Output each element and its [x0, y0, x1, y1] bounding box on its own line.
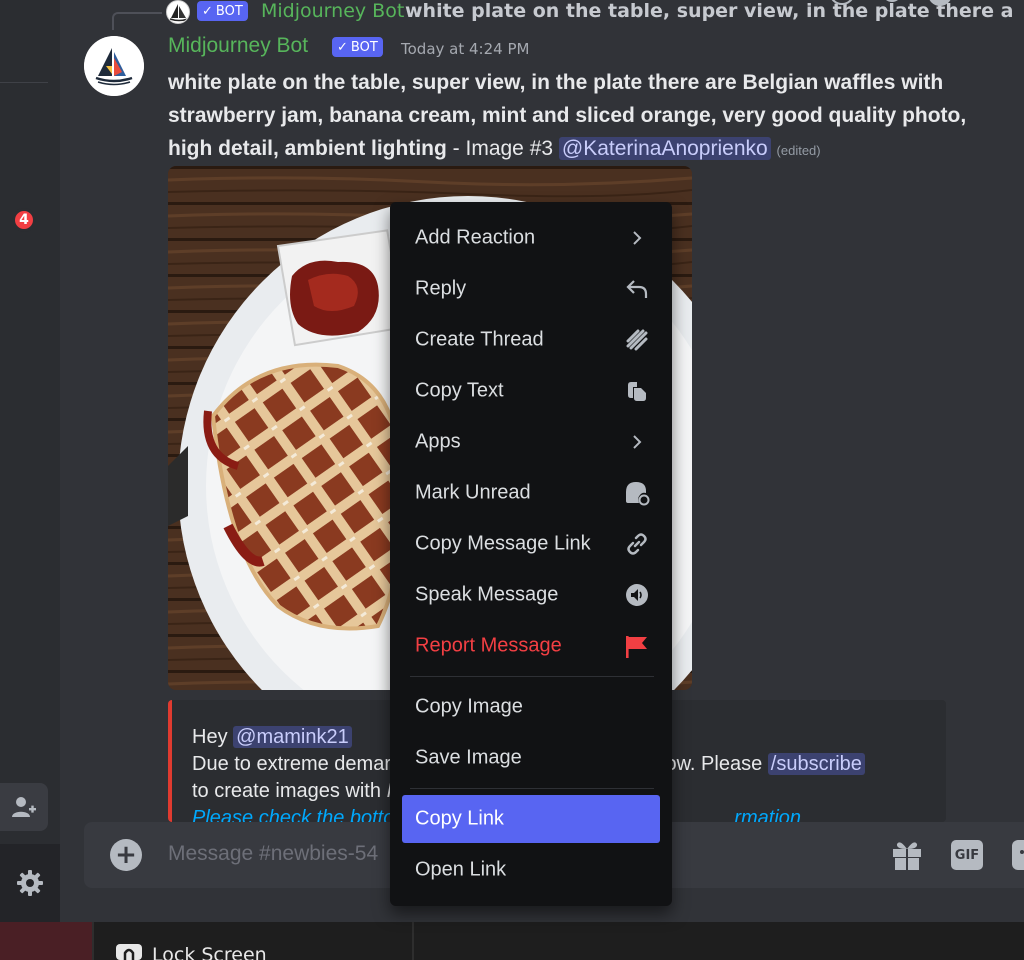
embed-greeting: Hey [192, 726, 228, 748]
message-input[interactable]: Message #newbies-54 [168, 842, 378, 866]
user-mention[interactable]: @mamink21 [233, 726, 352, 748]
flag-icon [624, 633, 650, 659]
bot-tag-label: BOT [350, 39, 378, 55]
checkmark-icon: ✓ [337, 39, 348, 55]
menu-item-copy-text[interactable]: Copy Text [402, 367, 660, 415]
menu-item-apps[interactable]: Apps [402, 418, 660, 466]
reply-avatar [166, 0, 190, 24]
menu-item-copy-message-link[interactable]: Copy Message Link [402, 520, 660, 568]
add-member-button[interactable] [0, 783, 48, 831]
menu-item-label: Add Reaction [415, 226, 536, 249]
toolbar-more-icon [929, 0, 951, 6]
bot-tag-label: BOT [215, 3, 243, 19]
user-mention[interactable]: @KaterinaAnoprienko [558, 137, 771, 160]
menu-item-mark-unread[interactable]: Mark Unread [402, 469, 660, 517]
gif-button[interactable]: GIF [951, 840, 983, 870]
taskbar-app-tile[interactable] [0, 922, 92, 960]
taskbar-separator [92, 922, 94, 960]
sidebar-divider [0, 82, 48, 83]
sticker-button[interactable] [1012, 840, 1024, 870]
bot-tag: ✓ BOT [197, 1, 248, 21]
embed-link-start[interactable]: Please check the botto [192, 807, 394, 822]
embed-link-end[interactable]: rmation [734, 807, 801, 822]
message-content: white plate on the table, super view, in… [168, 66, 1013, 167]
menu-item-label: Open Link [415, 858, 507, 881]
menu-item-report-message[interactable]: Report Message [402, 622, 660, 670]
menu-item-label: Speak Message [415, 583, 559, 606]
menu-item-label: Copy Message Link [415, 532, 591, 555]
speaker-icon [624, 582, 650, 608]
gift-icon [893, 842, 921, 870]
menu-separator [410, 788, 654, 789]
embed-create-text: to create images with [192, 780, 381, 802]
menu-item-label: Copy Image [415, 695, 523, 718]
mark-unread-icon [624, 480, 650, 506]
menu-item-label: Copy Link [415, 807, 504, 830]
embed-notice-start: Due to extreme demar [192, 753, 391, 775]
os-taskbar: Lock Screen [0, 922, 1024, 960]
menu-item-add-reaction[interactable]: Add Reaction [402, 214, 660, 262]
notification-badge[interactable]: 4 [12, 208, 36, 232]
gear-icon [17, 870, 43, 896]
message-timestamp[interactable]: Today at 4:24 PM [401, 40, 529, 58]
channel-sidebar-edge: 4 [0, 0, 60, 922]
edited-marker: (edited) [776, 143, 821, 158]
menu-item-label: Report Message [415, 634, 562, 657]
bot-tag: ✓ BOT [332, 37, 383, 57]
menu-item-label: Copy Text [415, 379, 504, 402]
link-icon [624, 531, 650, 557]
chevron-right-icon [624, 225, 650, 251]
menu-item-label: Apps [415, 430, 461, 453]
menu-item-save-image[interactable]: Save Image [402, 734, 660, 782]
menu-item-label: Create Thread [415, 328, 544, 351]
plus-icon: + [115, 840, 137, 870]
image-label: Image #3 [465, 137, 554, 160]
upload-button[interactable]: + [110, 839, 142, 871]
add-user-icon [12, 797, 36, 817]
gift-button[interactable] [890, 837, 924, 871]
message-author[interactable]: Midjourney Bot [168, 34, 308, 58]
author-avatar[interactable] [84, 36, 144, 96]
message-hover-toolbar [806, 0, 1024, 6]
prompt-separator: - [446, 137, 466, 160]
menu-item-label: Save Image [415, 746, 522, 769]
thread-icon [624, 327, 650, 353]
reply-arrow-icon [624, 276, 650, 302]
user-settings-button[interactable] [0, 844, 60, 922]
menu-separator [410, 676, 654, 677]
menu-item-open-link[interactable]: Open Link [402, 846, 660, 894]
message-context-menu: Add Reaction Reply Create Thread Copy Te… [390, 202, 672, 906]
toolbar-reply-icon [886, 0, 898, 2]
menu-item-label: Mark Unread [415, 481, 531, 504]
copy-icon [624, 378, 650, 404]
sticker-icon [1020, 850, 1024, 854]
menu-item-copy-image[interactable]: Copy Image [402, 683, 660, 731]
lock-icon [116, 944, 142, 960]
subscribe-command[interactable]: /subscribe [767, 753, 865, 775]
reply-author[interactable]: Midjourney Bot [261, 0, 404, 22]
checkmark-icon: ✓ [202, 3, 213, 19]
lock-screen-label[interactable]: Lock Screen [152, 944, 267, 960]
sailboat-logo-icon [84, 36, 144, 96]
menu-item-reply[interactable]: Reply [402, 265, 660, 313]
chevron-right-icon [624, 429, 650, 455]
menu-item-label: Reply [415, 277, 467, 300]
menu-item-speak-message[interactable]: Speak Message [402, 571, 660, 619]
reply-spine [112, 12, 162, 30]
taskbar-separator [412, 922, 414, 960]
sailboat-logo-icon [169, 4, 189, 22]
menu-item-copy-link[interactable]: Copy Link [402, 795, 660, 843]
menu-item-create-thread[interactable]: Create Thread [402, 316, 660, 364]
toolbar-reaction-icon [831, 0, 853, 5]
